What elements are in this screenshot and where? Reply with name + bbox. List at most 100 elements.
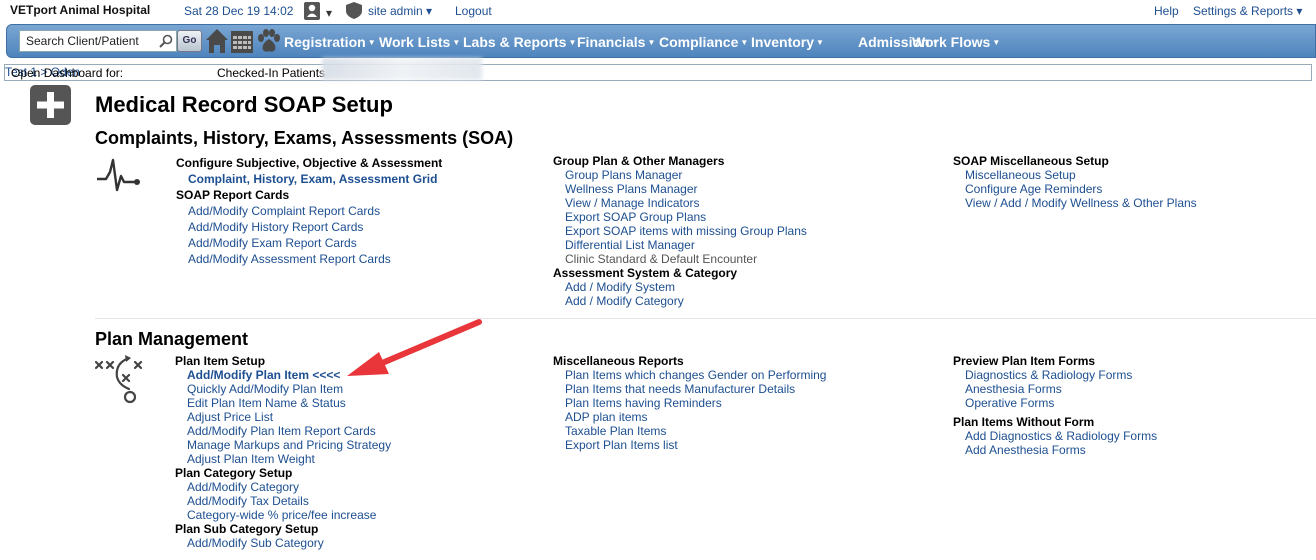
dropdown-caret-icon: ▼ [816, 38, 824, 47]
user-menu-caret[interactable]: ▾ [326, 6, 332, 20]
link-add-anesthesia-forms[interactable]: Add Anesthesia Forms [953, 443, 1157, 457]
link-adjust-price-list[interactable]: Adjust Price List [175, 410, 391, 424]
link-anesthesia-forms[interactable]: Anesthesia Forms [953, 382, 1157, 396]
help-link[interactable]: Help [1154, 4, 1179, 18]
nav-menu-label: Work Lists [379, 34, 451, 50]
subsection-header: Plan Category Setup [175, 466, 293, 480]
nav-menu-work-lists[interactable]: Work Lists ▼ [379, 34, 460, 51]
link-export-missing-group-plans[interactable]: Export SOAP items with missing Group Pla… [553, 224, 807, 238]
nav-menu-label: Labs & Reports [463, 34, 567, 50]
strategy-plays-icon [95, 355, 143, 404]
link-edit-plan-item-name[interactable]: Edit Plan Item Name & Status [175, 396, 391, 410]
dropdown-caret-icon: ▼ [568, 38, 577, 47]
subsection-header: Plan Items Without Form [953, 415, 1095, 429]
nav-menu-financials[interactable]: Financials ▼ [577, 34, 655, 51]
search-icon[interactable] [159, 34, 173, 48]
page-title: Medical Record SOAP Setup [95, 92, 393, 117]
subsection-header: Miscellaneous Reports [553, 354, 684, 368]
top-bar: VETport Animal Hospital Sat 28 Dec 19 14… [0, 0, 1316, 24]
search-input[interactable] [20, 31, 150, 51]
shield-icon [346, 2, 362, 19]
link-gender-change-items[interactable]: Plan Items which changes Gender on Perfo… [553, 368, 826, 382]
nav-menu-label: Work Flows [912, 34, 991, 50]
link-wellness-other-plans[interactable]: View / Add / Modify Wellness & Other Pla… [953, 196, 1197, 210]
go-button[interactable]: Go [177, 30, 202, 52]
link-miscellaneous-setup[interactable]: Miscellaneous Setup [953, 168, 1197, 182]
dropdown-caret-icon: ▼ [992, 38, 1001, 47]
checked-in-patients[interactable]: Checked-In Patients [217, 66, 325, 80]
nav-menu-label: Financials [577, 34, 646, 50]
link-configure-age-reminders[interactable]: Configure Age Reminders [953, 182, 1197, 196]
link-operative-forms[interactable]: Operative Forms [953, 396, 1157, 410]
site-admin-menu[interactable]: site admin ▾ [368, 4, 432, 18]
nav-menu-registration[interactable]: Registration ▼ [284, 34, 376, 51]
link-exam-report-cards[interactable]: Add/Modify Exam Report Cards [176, 235, 442, 251]
nav-menu-inventory[interactable]: Inventory ▼ [751, 34, 824, 51]
subsection-header: Assessment System & Category [553, 266, 738, 280]
link-manage-indicators[interactable]: View / Manage Indicators [553, 196, 807, 210]
annotation-arrow [347, 319, 482, 376]
link-plan-item-report-cards[interactable]: Add/Modify Plan Item Report Cards [175, 424, 391, 438]
link-quick-add-plan-item[interactable]: Quickly Add/Modify Plan Item [175, 382, 391, 396]
plan-column-3: Preview Plan Item Forms Diagnostics & Ra… [953, 354, 1157, 457]
subsection-header: Plan Sub Category Setup [175, 522, 319, 536]
subsection-header: SOAP Miscellaneous Setup [953, 154, 1109, 168]
logout-link[interactable]: Logout [455, 4, 492, 18]
heartbeat-icon [97, 158, 140, 192]
dropdown-caret-icon: ▼ [647, 38, 656, 47]
link-history-report-cards[interactable]: Add/Modify History Report Cards [176, 219, 442, 235]
link-assessment-report-cards[interactable]: Add/Modify Assessment Report Cards [176, 251, 442, 267]
link-manage-markups[interactable]: Manage Markups and Pricing Strategy [175, 438, 391, 452]
nav-menu-labs-reports[interactable]: Labs & Reports ▼ [463, 34, 576, 51]
plan-column-1: Plan Item Setup Add/Modify Plan Item <<<… [175, 354, 391, 550]
link-complaint-grid[interactable]: Complaint, History, Exam, Assessment Gri… [176, 171, 442, 187]
section-title-soa: Complaints, History, Exams, Assessments … [95, 128, 514, 148]
link-complaint-report-cards[interactable]: Add/Modify Complaint Report Cards [176, 203, 442, 219]
nav-menu-label: Inventory [751, 34, 815, 50]
current-datetime: Sat 28 Dec 19 14:02 [184, 4, 294, 18]
link-add-modify-sub-category[interactable]: Add/Modify Sub Category [175, 536, 391, 550]
paw-icon[interactable] [256, 28, 282, 54]
link-differential-list-manager[interactable]: Differential List Manager [553, 238, 807, 252]
link-manufacturer-details-items[interactable]: Plan Items that needs Manufacturer Detai… [553, 382, 826, 396]
link-taxable-plan-items[interactable]: Taxable Plan Items [553, 424, 826, 438]
link-export-plan-items[interactable]: Export Plan Items list [553, 438, 826, 452]
subsection-header: Group Plan & Other Managers [553, 154, 725, 168]
soa-column-3: SOAP Miscellaneous Setup Miscellaneous S… [953, 154, 1197, 210]
link-items-having-reminders[interactable]: Plan Items having Reminders [553, 396, 826, 410]
dropdown-caret-icon: ▼ [367, 38, 376, 47]
plan-column-2: Miscellaneous Reports Plan Items which c… [553, 354, 826, 452]
dashboard-label: Open Dashboard for: [11, 66, 124, 80]
nav-menu-compliance[interactable]: Compliance ▼ [659, 34, 748, 51]
link-wellness-plans-manager[interactable]: Wellness Plans Manager [553, 182, 807, 196]
link-adp-plan-items[interactable]: ADP plan items [553, 410, 826, 424]
app-title: VETport Animal Hospital [10, 3, 151, 17]
link-add-modify-tax-details[interactable]: Add/Modify Tax Details [175, 494, 391, 508]
link-diagnostics-radiology-forms[interactable]: Diagnostics & Radiology Forms [953, 368, 1157, 382]
soa-column-2: Group Plan & Other Managers Group Plans … [553, 154, 807, 308]
plus-icon [30, 85, 71, 125]
link-category-price-increase[interactable]: Category-wide % price/fee increase [175, 508, 391, 522]
link-add-modify-category[interactable]: Add/Modify Category [175, 480, 391, 494]
section-divider [95, 318, 1316, 319]
link-modify-system[interactable]: Add / Modify System [553, 280, 807, 294]
link-add-diagnostics-forms[interactable]: Add Diagnostics & Radiology Forms [953, 429, 1157, 443]
link-adjust-plan-item-weight[interactable]: Adjust Plan Item Weight [175, 452, 391, 466]
home-icon[interactable] [205, 28, 229, 54]
text-clinic-standard-encounter: Clinic Standard & Default Encounter [565, 252, 758, 266]
nav-menu-label: Registration [284, 34, 366, 50]
calendar-icon[interactable] [230, 28, 254, 54]
user-icon[interactable] [304, 2, 320, 20]
dropdown-caret-icon: ▼ [740, 38, 749, 47]
link-modify-category[interactable]: Add / Modify Category [553, 294, 807, 308]
dropdown-caret-icon: ▼ [452, 38, 461, 47]
main-navbar: Go Registration▼Work Lists▼Labs & Report… [6, 24, 1316, 58]
subsection-header: Configure Subjective, Objective & Assess… [176, 156, 443, 170]
link-group-plans-manager[interactable]: Group Plans Manager [553, 168, 807, 182]
subsection-header: SOAP Report Cards [176, 188, 290, 202]
nav-menu-work-flows[interactable]: Work Flows ▼ [912, 34, 1000, 51]
link-export-group-plans[interactable]: Export SOAP Group Plans [553, 210, 807, 224]
search-box [19, 30, 177, 52]
settings-reports-menu[interactable]: Settings & Reports ▾ [1193, 4, 1302, 18]
nav-menu-label: Compliance [659, 34, 739, 50]
